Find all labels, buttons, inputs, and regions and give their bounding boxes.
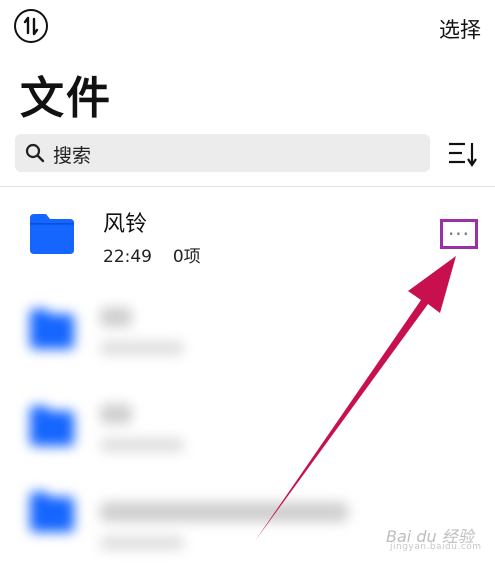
- divider: [0, 186, 495, 187]
- folder-icon: [30, 406, 74, 446]
- more-dots-icon: ···: [447, 222, 471, 246]
- sort-order-toggle-button[interactable]: [14, 9, 48, 43]
- watermark-url: jingyan.baidu.com: [390, 542, 482, 552]
- blurred-name: [100, 404, 132, 424]
- blurred-name: [100, 307, 132, 327]
- sort-list-icon: [449, 142, 477, 167]
- file-meta: 22:49 0项: [103, 242, 201, 267]
- page-title: 文件: [20, 73, 112, 124]
- blurred-meta: [100, 341, 184, 355]
- file-time: 22:49: [103, 247, 152, 267]
- folder-icon: [30, 309, 74, 349]
- list-item[interactable]: 风铃 22:49 0项: [0, 200, 495, 295]
- sort-menu-button[interactable]: [447, 140, 479, 172]
- folder-icon: [30, 492, 74, 532]
- search-icon: [25, 143, 45, 163]
- folder-icon: [30, 214, 74, 254]
- blurred-meta: [100, 438, 184, 452]
- list-item[interactable]: [0, 295, 495, 390]
- file-name: 风铃: [103, 212, 148, 237]
- search-input[interactable]: 搜索: [15, 134, 430, 172]
- blurred-meta: [100, 536, 184, 550]
- file-count: 0项: [172, 247, 201, 267]
- blurred-name: [100, 502, 348, 522]
- sort-arrows-icon: [23, 16, 39, 36]
- select-button[interactable]: 选择: [439, 14, 481, 44]
- more-options-button[interactable]: ···: [440, 219, 478, 249]
- search-placeholder: 搜索: [53, 145, 92, 167]
- list-item[interactable]: [0, 392, 495, 487]
- watermark-logo: Bai du 经验 jingyan.baidu.com: [384, 519, 489, 557]
